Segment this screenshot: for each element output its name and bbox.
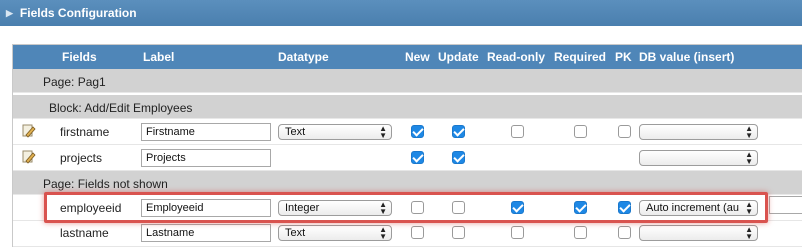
required-checkbox[interactable]: [574, 226, 587, 239]
pk-checkbox[interactable]: [618, 226, 631, 239]
edit-pencil-icon[interactable]: [22, 150, 36, 164]
extra-input-cut[interactable]: [769, 196, 802, 214]
col-dbvalue: DB value (insert): [639, 50, 735, 64]
pk-checkbox[interactable]: [618, 125, 631, 138]
dbvalue-select[interactable]: ▲ ▼: [639, 124, 758, 140]
update-checkbox[interactable]: [452, 151, 465, 164]
group-label: Page: Fields not shown: [43, 177, 168, 191]
group-label: Page: Pag1: [43, 75, 106, 89]
readonly-checkbox[interactable]: [511, 125, 524, 138]
group-label: Block: Add/Edit Employees: [49, 101, 193, 115]
field-name: lastname: [60, 226, 109, 240]
panel-title: Fields Configuration: [19, 6, 137, 20]
table-row: firstname Text▲▼ ▲▼: [13, 119, 802, 145]
field-name: projects: [60, 151, 103, 165]
dbvalue-select[interactable]: ▲ ▼: [639, 150, 758, 166]
update-checkbox[interactable]: [452, 125, 465, 138]
group-block-employees: Block: Add/Edit Employees: [13, 95, 802, 119]
table-row: projects ▲▼: [13, 145, 802, 171]
dbvalue-select[interactable]: ▲ ▼: [639, 225, 758, 241]
col-readonly: Read-only: [487, 50, 546, 64]
label-input[interactable]: [141, 123, 271, 141]
datatype-select[interactable]: Text ▲ ▼: [278, 225, 392, 241]
new-checkbox[interactable]: [411, 226, 424, 239]
group-page-pag1: Page: Pag1: [13, 69, 802, 93]
label-input[interactable]: [141, 224, 271, 242]
highlight-box: [44, 192, 768, 223]
col-new: New: [405, 50, 430, 64]
col-label: Label: [143, 50, 175, 64]
col-datatype: Datatype: [278, 50, 329, 64]
datatype-select[interactable]: Text ▲ ▼: [278, 124, 392, 140]
label-input[interactable]: [141, 149, 271, 167]
new-checkbox[interactable]: [411, 125, 424, 138]
panel-header[interactable]: ▶ Fields Configuration: [0, 0, 802, 26]
edit-pencil-icon[interactable]: [22, 124, 36, 138]
col-fields: Fields: [62, 50, 97, 64]
col-pk: PK: [615, 50, 632, 64]
col-required: Required: [554, 50, 607, 64]
column-header-row: Fields Label Datatype New Update Read-on…: [13, 45, 802, 69]
new-checkbox[interactable]: [411, 151, 424, 164]
col-update: Update: [438, 50, 479, 64]
field-name: firstname: [60, 125, 110, 139]
required-checkbox[interactable]: [574, 125, 587, 138]
readonly-checkbox[interactable]: [511, 226, 524, 239]
triangle-right-icon[interactable]: ▶: [6, 8, 13, 19]
table-row: lastname Text▲▼ ▲▼: [13, 221, 802, 247]
update-checkbox[interactable]: [452, 226, 465, 239]
